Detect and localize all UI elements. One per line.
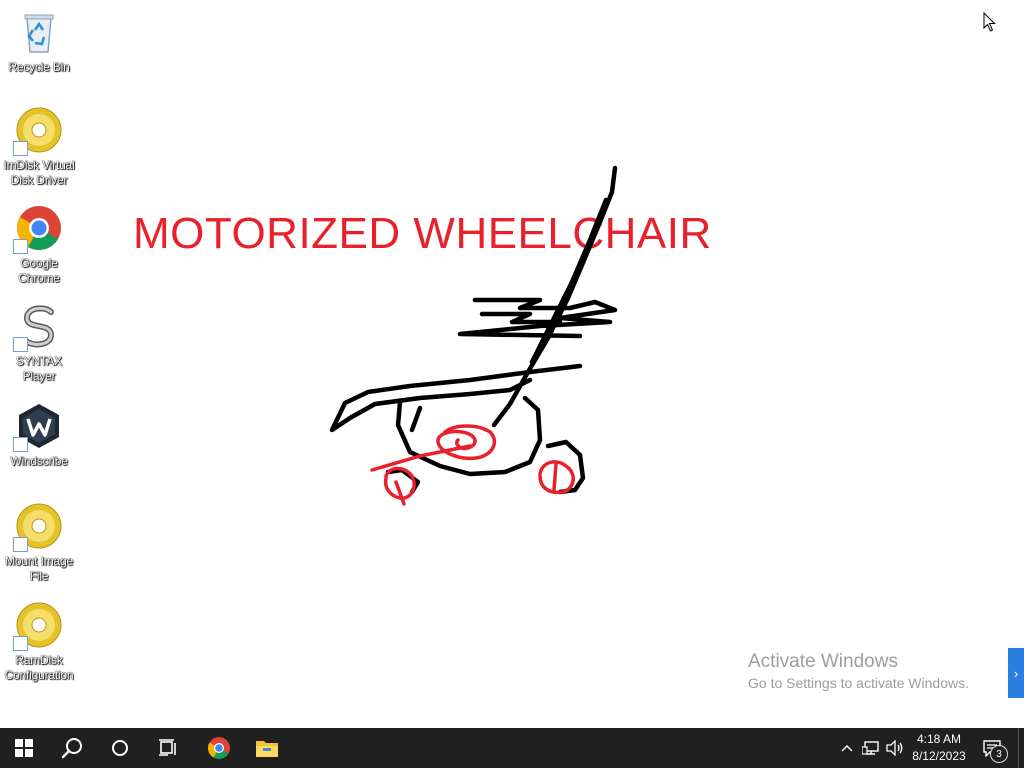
show-hidden-icons-button[interactable]	[838, 728, 856, 768]
chevron-right-icon: ›	[1013, 665, 1019, 681]
expand-panel-button[interactable]: ›	[1008, 648, 1024, 698]
task-view-button[interactable]	[144, 728, 192, 768]
search-button[interactable]	[48, 728, 96, 768]
clock-time: 4:18 AM	[916, 732, 962, 746]
network-icon	[862, 741, 879, 755]
taskbar-file-explorer-button[interactable]	[243, 728, 291, 768]
notification-count-badge: 3	[990, 745, 1008, 763]
wheelchair-drawing: MOTORIZED WHEELCHAIR	[133, 165, 712, 506]
task-view-icon	[159, 739, 176, 756]
volume-button[interactable]	[884, 728, 906, 768]
taskbar-clock[interactable]: 4:18 AM 8/12/2023	[906, 728, 972, 768]
chevron-up-icon	[841, 745, 853, 752]
activate-windows-watermark: Activate Windows Go to Settings to activ…	[748, 651, 969, 692]
show-desktop-button[interactable]	[1018, 728, 1024, 768]
cortana-icon	[112, 740, 128, 756]
windows-start-icon	[15, 739, 33, 757]
clock-date: 8/12/2023	[912, 749, 966, 763]
activate-windows-title: Activate Windows	[748, 651, 898, 672]
drawing-title: MOTORIZED WHEELCHAIR	[133, 209, 712, 258]
taskbar: 4:18 AM 8/12/2023 3	[0, 728, 1024, 768]
network-button[interactable]	[860, 728, 882, 768]
activate-windows-subtitle: Go to Settings to activate Windows.	[748, 675, 969, 691]
cortana-button[interactable]	[96, 728, 144, 768]
start-button[interactable]	[0, 728, 48, 768]
taskbar-chrome-button[interactable]	[195, 728, 243, 768]
mouse-pointer-icon	[983, 11, 997, 37]
chrome-icon	[208, 737, 230, 759]
search-icon	[61, 738, 82, 759]
file-explorer-icon	[256, 741, 278, 757]
volume-icon	[886, 740, 903, 756]
